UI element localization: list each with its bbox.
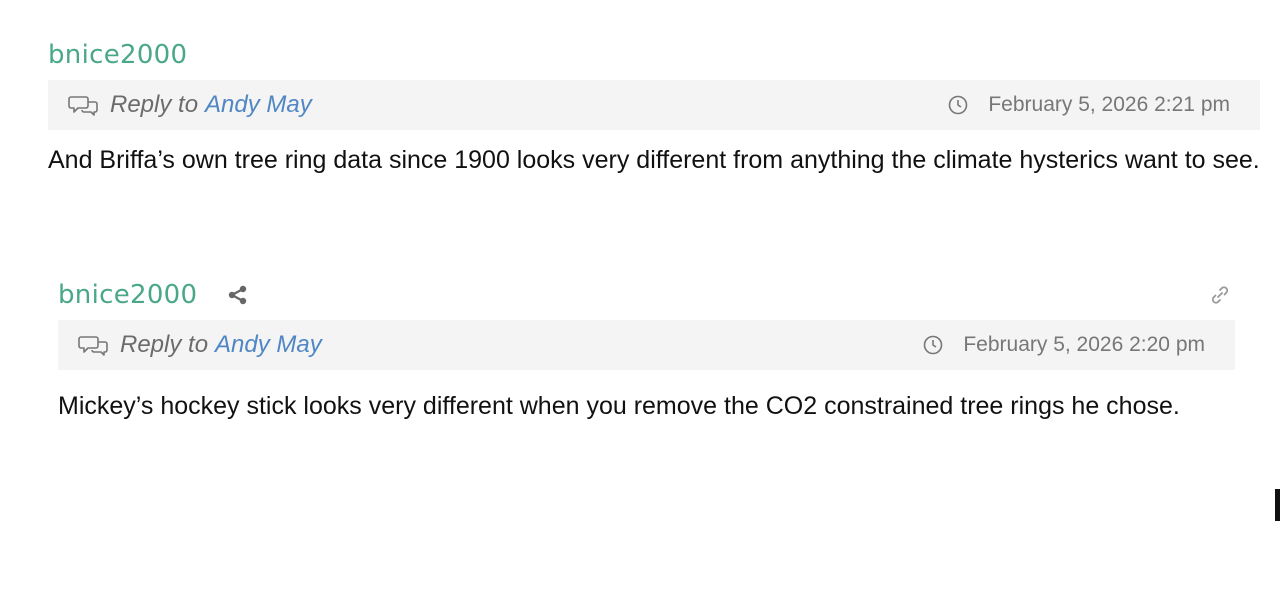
comment-header: bnice2000: [48, 30, 1260, 80]
reply-to-label: Reply to: [120, 331, 209, 358]
comment-timestamp[interactable]: February 5, 2026 2:20 pm: [963, 333, 1205, 357]
reply-to: Reply to Andy May: [78, 331, 322, 359]
comment-text: And Briffa’s own tree ring data since 19…: [48, 146, 1260, 174]
comment: bnice2000 Reply to Andy May February 5, …: [48, 30, 1260, 182]
comment-timestamp[interactable]: February 5, 2026 2:21 pm: [988, 93, 1230, 117]
comment-date: February 5, 2026 2:21 pm: [948, 93, 1230, 117]
reply-target-link[interactable]: Andy May: [215, 331, 322, 359]
reply-target-link[interactable]: Andy May: [205, 91, 312, 119]
comment-text: Mickey’s hockey stick looks very differe…: [58, 392, 1180, 420]
scroll-edge-marker: [1275, 489, 1280, 521]
comment-date: February 5, 2026 2:20 pm: [923, 333, 1205, 357]
comment-author[interactable]: bnice2000: [58, 280, 197, 310]
comment-author[interactable]: bnice2000: [48, 40, 187, 70]
reply-meta-bar: Reply to Andy May February 5, 2026 2:20 …: [58, 320, 1235, 370]
reply-meta-bar: Reply to Andy May February 5, 2026 2:21 …: [48, 80, 1260, 130]
comment-header: bnice2000: [58, 270, 1235, 320]
speech-bubbles-icon: [78, 334, 110, 356]
share-icon[interactable]: [227, 284, 249, 306]
clock-icon: [923, 335, 943, 355]
reply-to: Reply to Andy May: [68, 91, 312, 119]
link-icon[interactable]: [1209, 284, 1231, 306]
comment: bnice2000 Reply to Andy May February 5, …: [58, 270, 1235, 428]
clock-icon: [948, 95, 968, 115]
speech-bubbles-icon: [68, 94, 100, 116]
reply-to-label: Reply to: [110, 91, 199, 118]
